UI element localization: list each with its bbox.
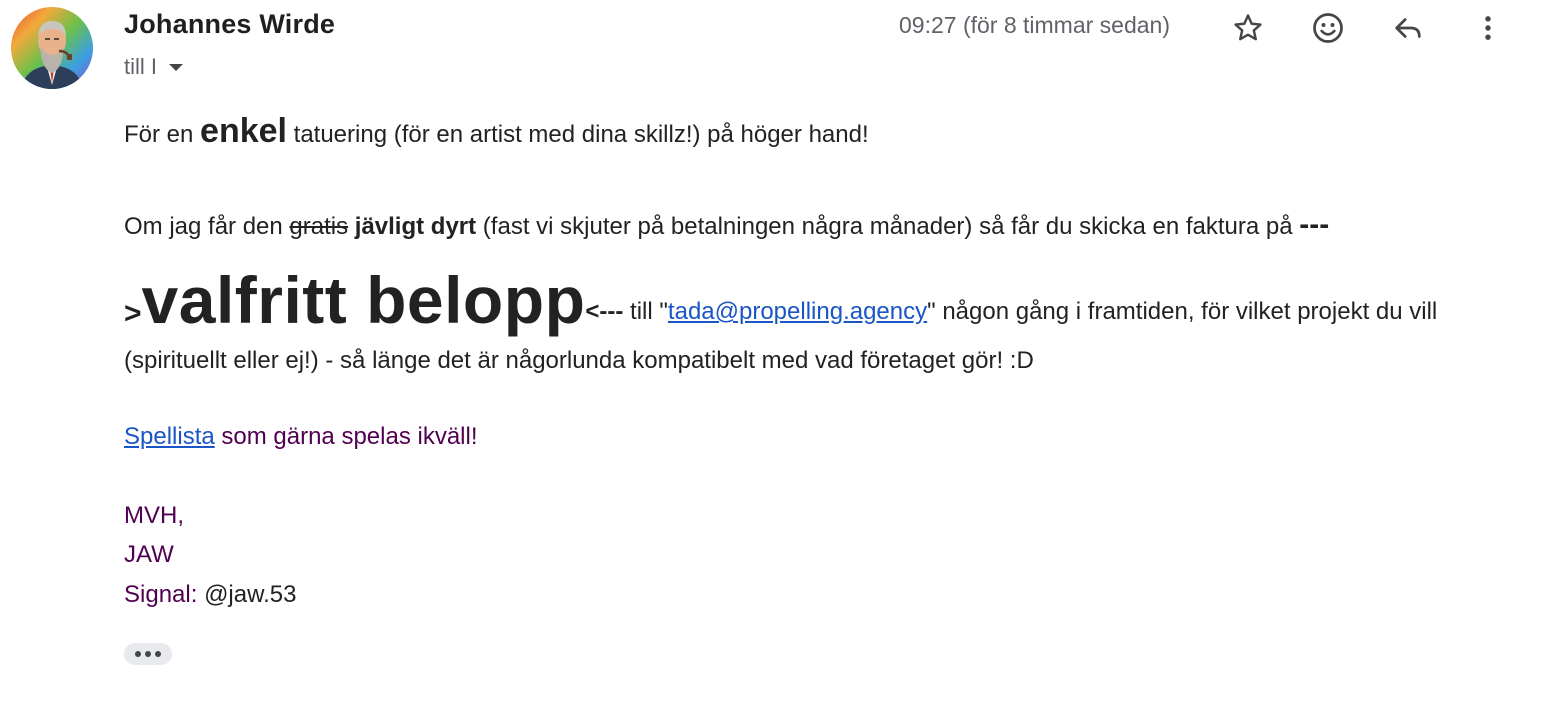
reply-button[interactable] xyxy=(1386,6,1430,50)
recipients-label: till I xyxy=(124,54,157,79)
signature-line-2: JAW xyxy=(124,541,174,568)
p2-arrow-open: --- xyxy=(1299,208,1330,241)
p1-text-after: tatuering (för en artist med dina skillz… xyxy=(286,121,869,148)
bearded-man-avatar-icon xyxy=(11,7,93,89)
star-button[interactable] xyxy=(1226,6,1270,50)
ellipsis-dot-icon xyxy=(135,651,141,657)
message-paragraph-2-line-2: >valfritt belopp<--- till "tada@propelli… xyxy=(124,262,1437,338)
email-link[interactable]: tada@propelling.agency xyxy=(668,298,927,325)
message-paragraph-3: Spellista som gärna spelas ikväll! xyxy=(124,423,478,451)
p2-middle: (fast vi skjuter på betalningen några må… xyxy=(476,213,1300,240)
ellipsis-dot-icon xyxy=(145,651,151,657)
p2-strikethrough: gratis xyxy=(289,213,349,240)
show-trimmed-content-button[interactable] xyxy=(124,643,172,665)
p2-arrow-gt: > xyxy=(124,297,142,330)
message-paragraph-2-line-3: (spirituellt eller ej!) - så länge det ä… xyxy=(124,347,1034,374)
star-icon xyxy=(1234,14,1262,41)
signature-line-3: Signal: @jaw.53 xyxy=(124,581,296,609)
signature-line-1: MVH, xyxy=(124,502,184,529)
p3-after: som gärna spelas ikväll! xyxy=(214,423,478,450)
recipients[interactable]: till I xyxy=(124,54,183,80)
p2-start: Om jag får den xyxy=(124,213,290,240)
signal-label: Signal: xyxy=(124,581,205,608)
p1-text-before: För en xyxy=(124,121,201,148)
p1-emphasis: enkel xyxy=(200,112,287,150)
timestamp: 09:27 (för 8 timmar sedan) xyxy=(899,12,1171,38)
show-details-dropdown-icon[interactable] xyxy=(169,63,183,71)
add-reaction-button[interactable] xyxy=(1306,6,1350,50)
more-vertical-icon xyxy=(1485,16,1491,40)
p2-till: till " xyxy=(623,298,668,325)
sender-name[interactable]: Johannes Wirde xyxy=(124,9,335,40)
signal-handle: @jaw.53 xyxy=(204,581,297,608)
avatar[interactable] xyxy=(11,7,93,89)
emoji-reaction-icon xyxy=(1313,13,1343,43)
message-paragraph-2-line-1: Om jag får den gratis jävligt dyrt (fast… xyxy=(124,208,1329,242)
playlist-link[interactable]: Spellista xyxy=(124,423,215,450)
p2-amount: valfritt belopp xyxy=(141,263,586,337)
ellipsis-dot-icon xyxy=(155,651,161,657)
more-options-button[interactable] xyxy=(1466,6,1510,50)
reply-icon xyxy=(1395,18,1421,38)
message-paragraph-1: För en enkel tatuering (för en artist me… xyxy=(124,112,869,151)
p2-arrow-close: <--- xyxy=(585,298,624,325)
p2-after-email: " någon gång i framtiden, för vilket pro… xyxy=(927,298,1438,325)
p2-bold: jävligt dyrt xyxy=(348,213,477,240)
